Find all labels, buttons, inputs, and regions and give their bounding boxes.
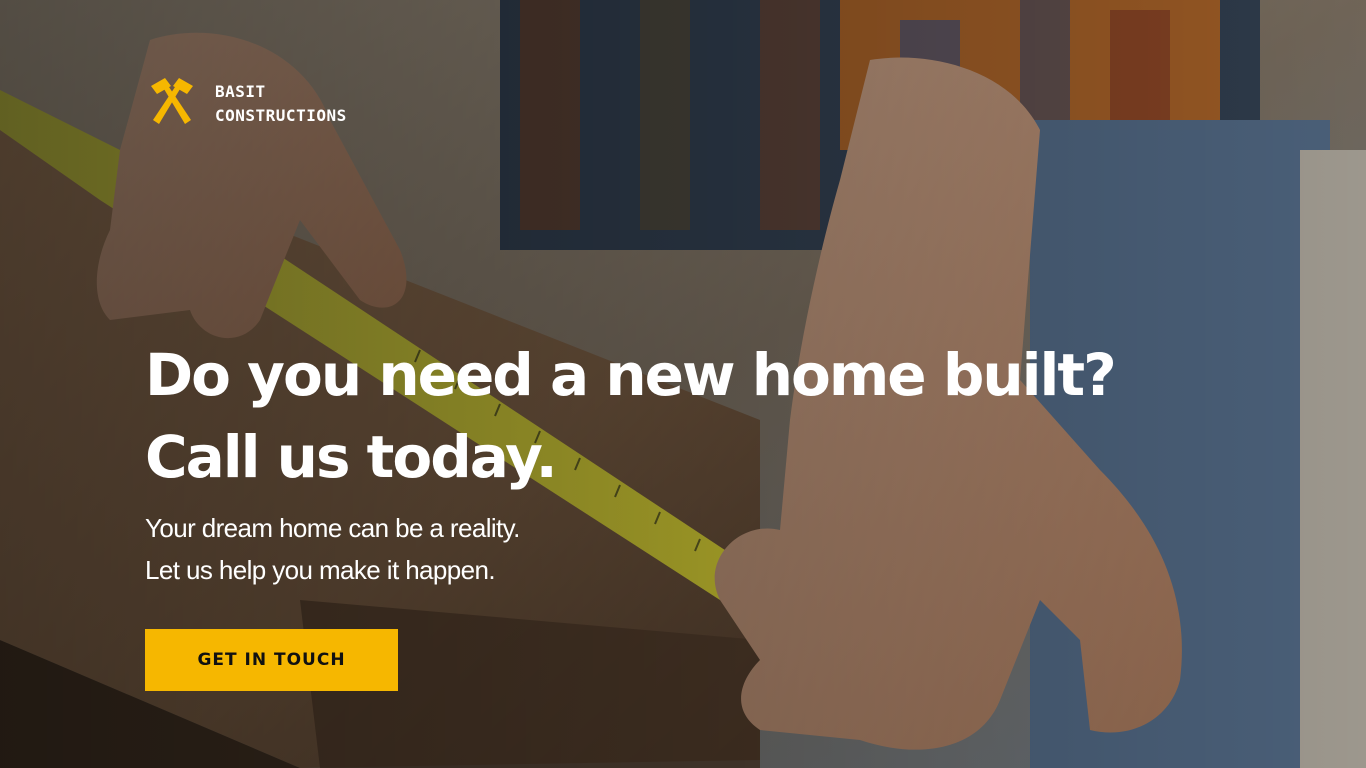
hero-headline: Do you need a new home built? Call us to… xyxy=(145,334,1117,498)
brand-name-line1: BASIT xyxy=(215,81,266,101)
hero-section: BASIT CONSTRUCTIONS Do you need a new ho… xyxy=(0,0,1366,768)
hero-subtext: Your dream home can be a reality. Let us… xyxy=(145,507,520,591)
hero-subtext-line1: Your dream home can be a reality. xyxy=(145,513,520,543)
brand-logo[interactable]: BASIT CONSTRUCTIONS xyxy=(145,76,347,131)
crossed-hammers-icon xyxy=(145,76,199,131)
brand-name: BASIT CONSTRUCTIONS xyxy=(215,80,347,128)
get-in-touch-button[interactable]: GET IN TOUCH xyxy=(145,629,398,691)
hero-headline-line2: Call us today. xyxy=(145,423,558,491)
hero-headline-line1: Do you need a new home built? xyxy=(145,341,1117,409)
hero-subtext-line2: Let us help you make it happen. xyxy=(145,555,496,585)
brand-name-line2: CONSTRUCTIONS xyxy=(215,105,347,125)
